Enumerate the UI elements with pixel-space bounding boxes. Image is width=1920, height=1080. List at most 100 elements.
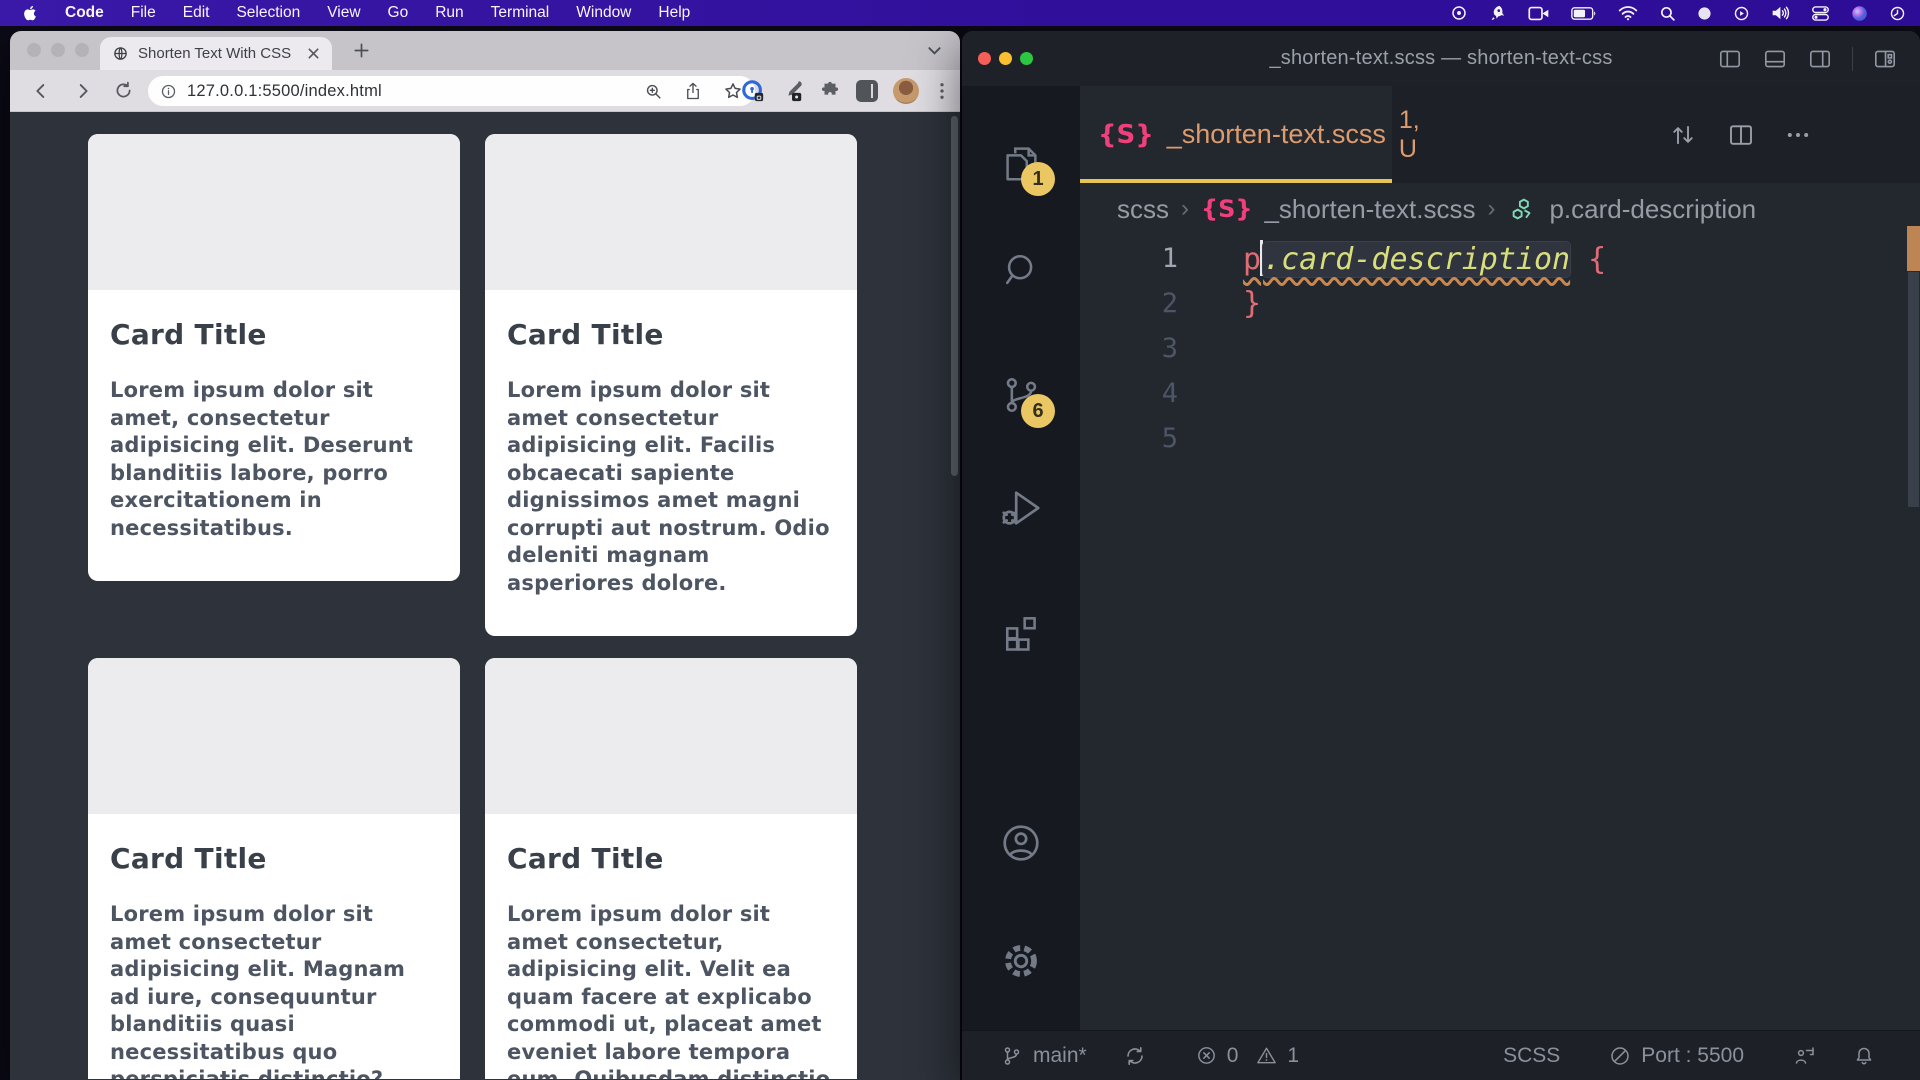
menu-item-view[interactable]: View — [327, 4, 360, 22]
card-description: Lorem ipsum dolor sit amet consectetur a… — [110, 901, 436, 1079]
settings-gear-icon[interactable] — [997, 937, 1045, 985]
feedback-icon[interactable] — [1792, 1044, 1816, 1068]
breadcrumb-file[interactable]: _shorten-text.scss — [1264, 194, 1475, 225]
sync-changes-button[interactable] — [1123, 1044, 1147, 1068]
explorer-badge: 1 — [1021, 162, 1055, 196]
notifications-bell-icon[interactable] — [1852, 1044, 1876, 1068]
siri-icon[interactable] — [1851, 5, 1868, 22]
apple-menu-icon[interactable] — [22, 3, 39, 23]
card-title: Card Title — [507, 318, 833, 351]
share-icon[interactable] — [684, 81, 702, 101]
vscode-title-bar: _shorten-text.scss — shorten-text-css — [962, 31, 1920, 86]
git-branch-status[interactable]: main* — [1000, 1044, 1087, 1068]
extensions-puzzle-icon[interactable] — [819, 80, 841, 102]
code-area[interactable]: 1 p.card-description { 2 } 3 4 5 — [1080, 236, 1920, 1030]
source-control-icon[interactable]: 6 — [997, 371, 1045, 419]
bookmark-star-icon[interactable] — [723, 81, 743, 101]
spotlight-search-icon[interactable] — [1659, 5, 1676, 22]
menu-item-selection[interactable]: Selection — [236, 4, 300, 22]
toggle-secondary-sidebar-icon[interactable] — [1807, 46, 1833, 72]
menu-item-run[interactable]: Run — [435, 4, 463, 22]
source-control-badge: 6 — [1021, 394, 1055, 428]
browser-tab[interactable]: Shorten Text With CSS — [100, 37, 332, 70]
scss-file-icon: {S} — [1098, 120, 1154, 150]
extensions-icon[interactable] — [997, 609, 1045, 657]
divider — [1852, 47, 1853, 71]
control-center-icon[interactable] — [1811, 5, 1830, 22]
explorer-icon[interactable]: 1 — [997, 139, 1045, 187]
card: Card Title Lorem ipsum dolor sit amet, c… — [88, 134, 460, 581]
card-image-placeholder — [88, 658, 460, 814]
page-scrollbar[interactable] — [951, 116, 958, 476]
run-debug-icon[interactable] — [997, 484, 1045, 532]
zoom-window-button[interactable] — [75, 43, 89, 57]
browser-window-controls — [27, 43, 89, 57]
card-image-placeholder — [485, 134, 857, 290]
clock-icon[interactable] — [1889, 5, 1906, 22]
password-manager-icon[interactable] — [741, 79, 765, 103]
customize-layout-icon[interactable] — [1872, 46, 1898, 72]
line-number: 5 — [1080, 423, 1178, 454]
reading-list-icon[interactable] — [856, 80, 878, 102]
site-info-icon[interactable] — [160, 83, 177, 100]
problems-status[interactable]: 0 1 — [1195, 1044, 1299, 1068]
menu-item-terminal[interactable]: Terminal — [491, 4, 550, 22]
account-icon[interactable] — [997, 819, 1045, 867]
line-number: 2 — [1080, 288, 1178, 319]
editor-tab[interactable]: {S} _shorten-text.scss 1, U — [1080, 86, 1392, 183]
reload-button[interactable] — [113, 80, 134, 101]
code-line-1: p.card-description { — [1243, 240, 1606, 277]
battery-icon[interactable] — [1571, 6, 1597, 21]
toggle-panel-icon[interactable] — [1762, 46, 1788, 72]
activity-bar: 1 6 — [962, 86, 1080, 1030]
menu-item-help[interactable]: Help — [658, 4, 690, 22]
recording-dot-icon[interactable] — [1697, 6, 1712, 21]
more-actions-icon[interactable] — [1784, 121, 1812, 149]
scss-file-icon: {S} — [1201, 195, 1252, 223]
new-tab-button[interactable] — [352, 41, 371, 60]
tab-globe-icon — [112, 45, 129, 62]
menu-item-edit[interactable]: Edit — [183, 4, 210, 22]
overview-ruler-warning-marker — [1907, 226, 1920, 271]
editor-scrollbar[interactable] — [1908, 272, 1919, 507]
menu-item-file[interactable]: File — [131, 4, 156, 22]
menu-item-go[interactable]: Go — [388, 4, 409, 22]
minimize-window-button[interactable] — [51, 43, 65, 57]
search-icon[interactable] — [997, 246, 1045, 294]
back-button[interactable] — [30, 80, 52, 102]
color-picker-icon[interactable] — [780, 79, 804, 103]
profile-avatar[interactable] — [893, 78, 919, 104]
zoom-page-icon[interactable] — [644, 82, 663, 101]
live-server-port[interactable]: Port : 5500 — [1608, 1044, 1744, 1068]
card-image-placeholder — [88, 134, 460, 290]
error-count: 0 — [1227, 1044, 1239, 1068]
wifi-icon[interactable] — [1618, 5, 1638, 21]
menu-item-code[interactable]: Code — [65, 4, 104, 22]
card: Card Title Lorem ipsum dolor sit amet co… — [485, 658, 857, 1079]
tab-search-chevron-icon[interactable] — [927, 44, 942, 57]
tab-close-icon[interactable] — [307, 47, 320, 60]
close-window-button[interactable] — [27, 43, 41, 57]
language-mode[interactable]: SCSS — [1503, 1044, 1560, 1068]
rocket-icon[interactable] — [1489, 4, 1507, 22]
toggle-primary-sidebar-icon[interactable] — [1717, 46, 1743, 72]
card: Card Title Lorem ipsum dolor sit amet co… — [88, 658, 460, 1079]
breadcrumbs: scss › {S} _shorten-text.scss › p.card-d… — [1080, 183, 1920, 235]
volume-icon[interactable] — [1771, 5, 1790, 21]
menu-status-icons — [1450, 4, 1906, 22]
open-changes-icon[interactable] — [1668, 120, 1698, 150]
breadcrumb-symbol[interactable]: p.card-description — [1549, 194, 1756, 225]
url-text[interactable]: 127.0.0.1:5500/index.html — [187, 82, 634, 101]
browser-tab-strip: Shorten Text With CSS — [10, 31, 960, 70]
menu-item-window[interactable]: Window — [576, 4, 631, 22]
screen-share-icon[interactable] — [1528, 5, 1550, 22]
forward-button[interactable] — [72, 80, 94, 102]
split-editor-icon[interactable] — [1726, 120, 1756, 150]
tab-title: Shorten Text With CSS — [138, 45, 298, 62]
record-target-icon[interactable] — [1450, 4, 1468, 22]
browser-menu-icon[interactable] — [934, 82, 950, 100]
breadcrumb-folder[interactable]: scss — [1117, 194, 1169, 225]
play-circle-icon[interactable] — [1733, 5, 1750, 22]
symbol-class-icon — [1507, 194, 1537, 224]
address-bar[interactable]: 127.0.0.1:5500/index.html — [148, 76, 755, 106]
